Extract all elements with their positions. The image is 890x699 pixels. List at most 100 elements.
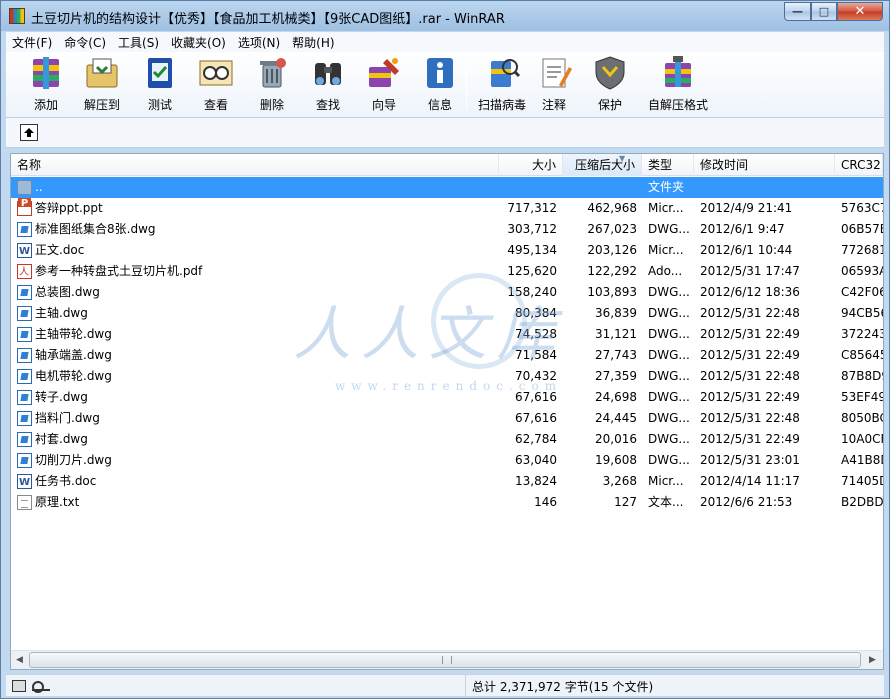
delete-icon (252, 54, 292, 92)
protect-label: 保护 (597, 98, 622, 112)
table-row[interactable]: 轴承端盖.dwg 71,584 27,743 DWG... 2012/5/31 22:4… (11, 345, 883, 366)
horizontal-scroll-thumb[interactable] (29, 652, 861, 668)
table-row[interactable]: 切削刀片.dwg 63,040 19,608 DWG... 2012/5/31 23:0… (11, 450, 883, 471)
table-row[interactable]: 原理.txt 146 127 文本... 2012/6/6 21:53 B2DBD8 (11, 492, 883, 513)
cell-packed-size: 31,121 (595, 327, 637, 341)
column-size[interactable]: 大小 (499, 154, 563, 176)
menu-commands[interactable]: 命令(C) (58, 34, 112, 51)
protect-icon (590, 54, 630, 92)
status-bar: 总计 2,371,972 字节(15 个文件) (6, 674, 884, 697)
status-icons (12, 680, 50, 693)
menu-tools[interactable]: 工具(S) (112, 34, 165, 51)
virus-scan-icon (482, 54, 522, 92)
table-row[interactable]: 主轴.dwg 80,384 36,839 DWG... 2012/5/31 22:48 9… (11, 303, 883, 324)
drive-icon[interactable] (12, 680, 26, 692)
close-button[interactable]: ✕ (837, 2, 883, 21)
table-row[interactable]: 主轴带轮.dwg 74,528 31,121 DWG... 2012/5/31 22:4… (11, 324, 883, 345)
status-pane-left (46, 675, 466, 697)
test-icon (140, 54, 180, 92)
comment-button[interactable]: 注释 (522, 54, 586, 114)
extract-to-label: 解压到 (83, 98, 120, 112)
table-row[interactable]: 电机带轮.dwg 70,432 27,359 DWG... 2012/5/31 22:4… (11, 366, 883, 387)
cell-modified: 2012/5/31 22:48 (700, 411, 800, 425)
cell-size: 303,712 (507, 222, 557, 236)
chevron-left-icon: ◀ (16, 655, 23, 665)
cell-modified: 2012/5/31 22:48 (700, 369, 800, 383)
menu-file[interactable]: 文件(F) (6, 34, 58, 51)
view-icon (196, 54, 236, 92)
maximize-button[interactable]: □ (811, 2, 837, 21)
table-row[interactable]: 答辩ppt.ppt 717,312 462,968 Micr... 2012/4/9 2… (11, 198, 883, 219)
cell-name: 标准图纸集合8张.dwg (35, 222, 156, 236)
folder-file-icon (17, 180, 32, 195)
table-row[interactable]: 衬套.dwg 62,784 20,016 DWG... 2012/5/31 22:49 1… (11, 429, 883, 450)
delete-label: 删除 (259, 98, 284, 112)
column-name[interactable]: 名称 (11, 154, 499, 176)
caption-buttons: — □ ✕ (784, 2, 883, 22)
column-crc32[interactable]: CRC32 (835, 154, 883, 176)
cell-type: DWG... (648, 390, 690, 404)
view-label: 查看 (203, 98, 228, 112)
horizontal-scrollbar[interactable]: ◀ ▶ (11, 650, 883, 669)
table-row[interactable]: 总装图.dwg 158,240 103,893 DWG... 2012/6/12 18:… (11, 282, 883, 303)
scroll-left-button[interactable]: ◀ (11, 652, 28, 668)
cell-packed-size: 103,893 (587, 285, 637, 299)
info-button[interactable]: 信息 (408, 54, 472, 114)
winrar-app-icon[interactable] (9, 8, 25, 24)
column-packed-size[interactable]: 压缩后大小 (563, 154, 642, 176)
cell-name: 轴承端盖.dwg (35, 348, 112, 362)
menu-favorites[interactable]: 收藏夹(O) (165, 34, 232, 51)
cell-name: 答辩ppt.ppt (35, 201, 103, 215)
test-label: 测试 (147, 98, 172, 112)
title-bar[interactable]: 土豆切片机的结构设计【优秀】【食品加工机械类】【9张CAD图纸】.rar - W… (1, 1, 889, 31)
table-row[interactable]: 参考一种转盘式土豆切片机.pdf 125,620 122,292 Ado... 2012… (11, 261, 883, 283)
cell-modified: 2012/5/31 22:49 (700, 327, 800, 341)
minimize-button[interactable]: — (784, 2, 811, 21)
cell-type: 文本... (648, 495, 684, 509)
cell-packed-size: 267,023 (587, 222, 637, 236)
table-row[interactable]: 挡料门.dwg 67,616 24,445 DWG... 2012/5/31 22:48… (11, 408, 883, 429)
wizard-button[interactable]: 向导 (352, 54, 416, 114)
cell-size: 67,616 (515, 390, 557, 404)
cell-modified: 2012/6/6 21:53 (700, 495, 793, 509)
table-row[interactable]: 标准图纸集合8张.dwg 303,712 267,023 DWG... 2012/6/1… (11, 219, 883, 240)
add-button[interactable]: 添加 (14, 54, 78, 114)
window-title: 土豆切片机的结构设计【优秀】【食品加工机械类】【9张CAD图纸】.rar - W… (31, 12, 505, 27)
doc-file-icon (17, 472, 32, 493)
info-label: 信息 (427, 98, 452, 112)
chevron-right-icon: ▶ (869, 655, 876, 665)
column-type[interactable]: 类型 (642, 154, 694, 176)
extract-to-button[interactable]: 解压到 (70, 54, 134, 114)
cell-size: 495,134 (507, 243, 557, 257)
cell-crc32: A41B8D (841, 453, 883, 467)
cell-packed-size: 36,839 (595, 306, 637, 320)
column-modified[interactable]: 修改时间 (694, 154, 835, 176)
cell-type: DWG... (648, 369, 690, 383)
parent-folder-row[interactable]: .. 文件夹 (11, 177, 883, 198)
cell-type: DWG... (648, 285, 690, 299)
cell-modified: 2012/5/31 22:49 (700, 348, 800, 362)
cell-packed-size: 3,268 (602, 474, 637, 488)
find-button[interactable]: 查找 (296, 54, 360, 114)
view-button[interactable]: 查看 (184, 54, 248, 114)
extract-to-icon (82, 54, 122, 92)
scroll-right-button[interactable]: ▶ (864, 652, 881, 668)
scroll-grip-icon (442, 656, 452, 664)
table-row[interactable]: 正文.doc 495,134 203,126 Micr... 2012/6/1 10:4… (11, 240, 883, 262)
file-list[interactable]: 名称 大小 压缩后大小 类型 修改时间 CRC32 ▼ .. 文件夹答辩ppt.p… (10, 153, 884, 670)
delete-button[interactable]: 删除 (240, 54, 304, 114)
test-button[interactable]: 测试 (128, 54, 192, 114)
protect-button[interactable]: 保护 (578, 54, 642, 114)
cell-type: DWG... (648, 411, 690, 425)
table-row[interactable]: 转子.dwg 67,616 24,698 DWG... 2012/5/31 22:49 5… (11, 387, 883, 408)
menu-help[interactable]: 帮助(H) (286, 34, 340, 51)
cell-type: DWG... (648, 306, 690, 320)
sfx-button[interactable]: 自解压格式 (638, 54, 718, 114)
cell-type: 文件夹 (648, 180, 685, 194)
cell-crc32: 372243 (841, 327, 883, 341)
table-row[interactable]: 任务书.doc 13,824 3,268 Micr... 2012/4/14 11:17… (11, 471, 883, 493)
cell-type: DWG... (648, 432, 690, 446)
virus-scan-label: 扫描病毒 (477, 98, 526, 112)
up-folder-button[interactable] (20, 124, 38, 141)
menu-options[interactable]: 选项(N) (232, 34, 286, 51)
